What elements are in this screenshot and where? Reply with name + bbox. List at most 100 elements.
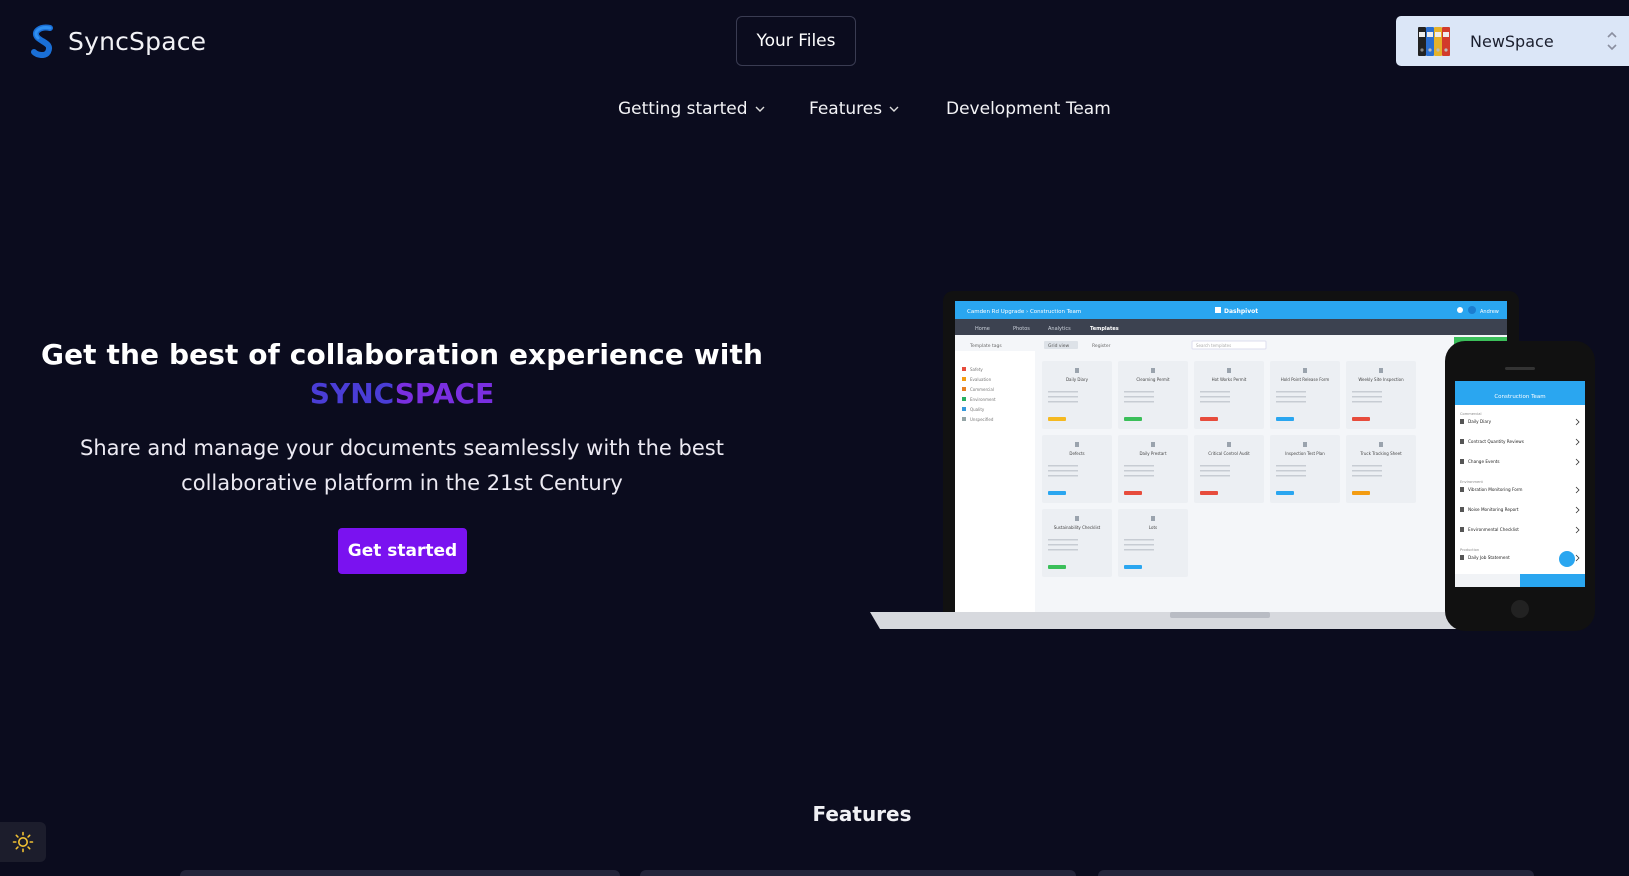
document-icon <box>1379 442 1383 447</box>
tag-label: Quality <box>970 407 985 412</box>
phone-home-button <box>1511 600 1529 618</box>
app-toolbar-search: Search templates <box>1196 343 1231 348</box>
space-selector[interactable]: NewSpace <box>1396 16 1629 66</box>
tag-label: Commercial <box>970 387 994 392</box>
template-card: Clearning Permit <box>1118 361 1188 429</box>
dashpivot-logo-icon <box>1215 307 1221 313</box>
template-card-badge <box>1200 491 1218 495</box>
document-icon <box>1151 516 1155 521</box>
template-card-badge <box>1048 417 1066 421</box>
document-icon <box>1379 368 1383 373</box>
template-card-badge <box>1124 565 1142 569</box>
tag-label: Evaluation <box>970 377 992 382</box>
template-card-badge <box>1124 491 1142 495</box>
template-card-title: Weekly Site Inspection <box>1358 377 1404 382</box>
document-icon <box>1460 459 1464 464</box>
phone-list-item: Noise Monitoring Report <box>1468 507 1519 512</box>
get-started-button[interactable]: Get started <box>338 528 467 574</box>
binders-icon <box>1418 27 1450 56</box>
template-card: Weekly Site Inspection <box>1346 361 1416 429</box>
document-icon <box>1460 439 1464 444</box>
phone-list-item: Environmental Checklist <box>1468 527 1519 532</box>
tag-color-icon <box>962 387 966 391</box>
app-tab-analytics: Analytics <box>1048 326 1071 332</box>
feature-card <box>1098 870 1534 876</box>
document-icon <box>1460 527 1464 532</box>
nav-features[interactable]: Features <box>809 99 900 119</box>
your-files-button[interactable]: Your Files <box>736 16 856 66</box>
document-icon <box>1075 516 1079 521</box>
phone-section-label: Production <box>1460 548 1479 552</box>
document-icon <box>1303 368 1307 373</box>
template-card: Defects <box>1042 435 1112 503</box>
template-card-badge <box>1048 565 1066 569</box>
main-nav: Getting started Features Development Tea… <box>0 99 1629 125</box>
app-toolbar-grid: Grid view <box>1048 343 1070 349</box>
product-screenshot-mockup: Camden Rd Upgrade › Construction Team Da… <box>870 291 1595 631</box>
phone-list-item: Daily Diary <box>1468 419 1492 424</box>
app-toolbar-tags: Template tags <box>969 343 1002 349</box>
nav-item-label: Getting started <box>618 99 748 119</box>
tag-label: Environment <box>970 397 996 402</box>
app-toolbar-register: Register <box>1092 343 1111 349</box>
nav-development-team[interactable]: Development Team <box>946 99 1111 119</box>
app-tab-photos: Photos <box>1013 326 1030 332</box>
template-card-badge <box>1200 417 1218 421</box>
tag-color-icon <box>962 417 966 421</box>
tag-label: Safety <box>970 367 983 372</box>
document-icon <box>1151 442 1155 447</box>
template-card-badge <box>1124 417 1142 421</box>
phone-list-item: Contract Quantity Reviews <box>1468 439 1524 444</box>
template-card: Lots <box>1118 509 1188 577</box>
phone-header <box>1455 381 1585 405</box>
template-card-title: Defects <box>1069 451 1084 456</box>
avatar <box>1468 306 1476 314</box>
template-card-badge <box>1352 417 1370 421</box>
hero-subtitle: Share and manage your documents seamless… <box>80 436 724 495</box>
nav-getting-started[interactable]: Getting started <box>618 99 766 119</box>
app-tabs <box>955 319 1507 335</box>
phone-section-label: Commercial <box>1460 412 1482 416</box>
phone-list-item: Change Events <box>1468 459 1500 464</box>
template-card-title: Inspection Test Plan <box>1285 451 1325 456</box>
document-icon <box>1075 442 1079 447</box>
document-icon <box>1227 368 1231 373</box>
phone-section-label: Environment <box>1460 480 1484 484</box>
tag-label: Unspecified <box>970 417 994 422</box>
theme-toggle[interactable] <box>0 822 46 862</box>
document-icon <box>1075 368 1079 373</box>
template-card: Inspection Test Plan <box>1270 435 1340 503</box>
chevron-up-down-icon <box>1607 31 1617 51</box>
help-icon <box>1457 307 1463 313</box>
logo[interactable]: SyncSpace <box>28 24 206 58</box>
chevron-down-icon <box>889 106 899 112</box>
app-tab-templates: Templates <box>1090 326 1119 332</box>
hero-brand: SYNCSPACE <box>0 377 804 410</box>
phone-list-item: Daily Job Statement <box>1468 555 1510 560</box>
document-icon <box>1303 442 1307 447</box>
template-card-title: Daily Prestart <box>1139 451 1167 456</box>
space-selector-value: NewSpace <box>1470 31 1554 51</box>
app-user: Andrew <box>1480 309 1499 315</box>
template-card-title: Critical Control Audit <box>1208 451 1250 456</box>
sun-icon <box>12 831 34 853</box>
document-icon <box>1151 368 1155 373</box>
template-card-badge <box>1276 417 1294 421</box>
app-breadcrumb: Camden Rd Upgrade › Construction Team <box>967 309 1081 315</box>
tag-color-icon <box>962 377 966 381</box>
hero-brand-space: SPACE <box>394 377 495 410</box>
app-brand: Dashpivot <box>1224 308 1258 315</box>
chevron-down-icon <box>755 106 765 112</box>
tag-color-icon <box>962 407 966 411</box>
syncspace-logo-icon <box>31 24 53 58</box>
template-card-badge <box>1276 491 1294 495</box>
template-card-title: Hot Works Permit <box>1212 377 1247 382</box>
feature-card <box>180 870 620 876</box>
template-card-title: Sustainability Checklist <box>1054 525 1101 530</box>
tag-color-icon <box>962 367 966 371</box>
app-tab-home: Home <box>975 326 990 332</box>
document-icon <box>1460 555 1464 560</box>
phone-title: Construction Team <box>1494 394 1545 400</box>
template-card: Daily Prestart <box>1118 435 1188 503</box>
template-card: Hold Point Release Form <box>1270 361 1340 429</box>
